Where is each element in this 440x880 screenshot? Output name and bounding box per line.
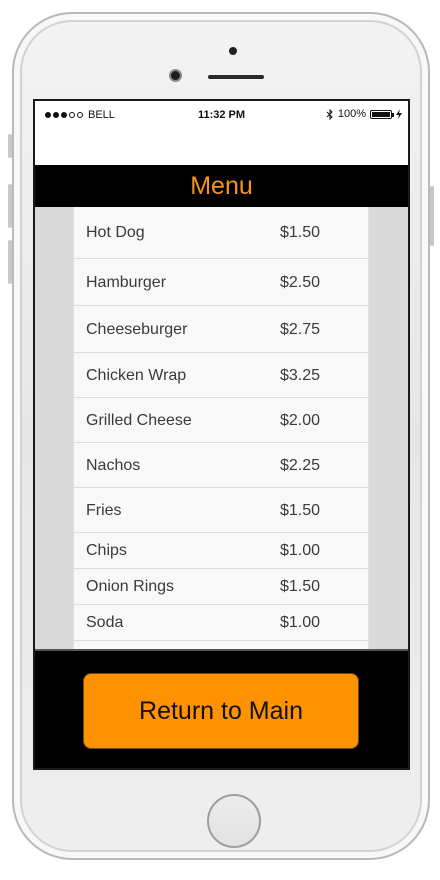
menu-item-name: Cheeseburger <box>86 321 188 338</box>
mute-switch <box>8 134 12 158</box>
camera-dot-icon <box>229 47 237 55</box>
menu-item-row[interactable]: Soda $1.00 <box>74 605 368 641</box>
menu-item-name: Nachos <box>86 457 141 474</box>
menu-item-name: Chicken Wrap <box>86 367 187 384</box>
menu-item-price: $3.25 <box>280 367 321 384</box>
volume-up-button <box>8 184 12 228</box>
menu-item-price: $1.50 <box>280 224 321 241</box>
front-camera-icon <box>169 69 182 82</box>
menu-item-row[interactable]: Chicken Wrap $3.25 <box>74 353 368 398</box>
menu-item-price: $2.25 <box>280 457 321 474</box>
battery-icon <box>370 109 394 119</box>
menu-header: Menu <box>35 165 408 207</box>
menu-item-row[interactable]: Onion Rings $1.50 <box>74 569 368 605</box>
screen: BELL 11:32 PM 100% Menu Hot Dog $1.50 Hamb… <box>33 99 410 770</box>
footer-bar: Return to Main <box>35 649 408 768</box>
menu-item-price: $1.00 <box>280 614 321 631</box>
menu-item-name: Grilled Cheese <box>86 412 192 429</box>
menu-item-price: $2.00 <box>280 412 321 429</box>
power-button <box>430 186 434 246</box>
menu-item-name: Onion Rings <box>86 578 175 595</box>
volume-down-button <box>8 240 12 284</box>
menu-item-row[interactable]: Nachos $2.25 <box>74 443 368 488</box>
charging-bolt-icon <box>396 109 402 119</box>
menu-item-row[interactable]: Chips $1.00 <box>74 533 368 569</box>
battery-percent: 100% <box>337 108 366 120</box>
status-bar: BELL 11:32 PM 100% <box>35 101 408 129</box>
earpiece-speaker <box>208 75 264 79</box>
menu-item-name: Soda <box>86 614 124 631</box>
menu-item-row[interactable]: Cheeseburger $2.75 <box>74 306 368 353</box>
return-to-main-button[interactable]: Return to Main <box>83 673 359 749</box>
menu-item-price: $1.50 <box>280 502 321 519</box>
status-right: 100% <box>326 108 402 120</box>
menu-item-row[interactable]: Hot Dog $1.50 <box>74 207 368 259</box>
menu-item-price: $1.00 <box>280 542 321 559</box>
menu-item-name: Fries <box>86 502 122 519</box>
menu-item-name: Hot Dog <box>86 224 145 241</box>
menu-item-price: $2.50 <box>280 274 321 291</box>
home-button[interactable] <box>207 794 261 848</box>
menu-item-row[interactable]: Grilled Cheese $2.00 <box>74 398 368 443</box>
menu-item-row[interactable]: Hamburger $2.50 <box>74 259 368 306</box>
menu-list[interactable]: Hot Dog $1.50 Hamburger $2.50 Cheeseburger $2… <box>73 207 369 649</box>
menu-content: Hot Dog $1.50 Hamburger $2.50 Cheeseburger $2… <box>35 207 408 649</box>
menu-item-name: Chips <box>86 542 127 559</box>
menu-item-price: $1.50 <box>280 578 321 595</box>
page-title: Menu <box>190 172 253 200</box>
bluetooth-icon <box>326 108 333 120</box>
menu-item-price: $2.75 <box>280 321 321 338</box>
menu-item-row[interactable]: Fries $1.50 <box>74 488 368 533</box>
menu-item-name: Hamburger <box>86 274 167 291</box>
